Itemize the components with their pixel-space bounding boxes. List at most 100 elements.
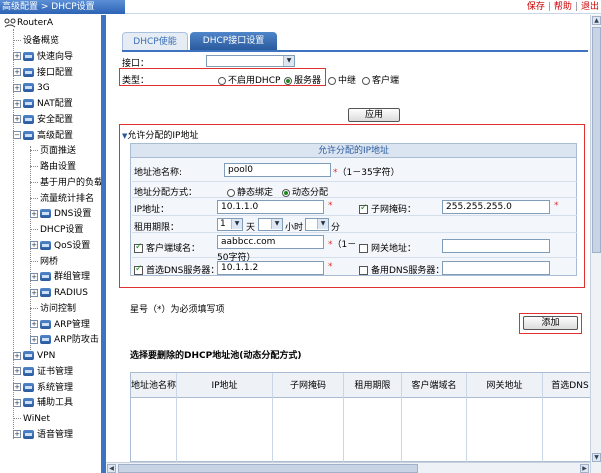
required-star: * xyxy=(328,201,333,211)
expand-toggle-icon[interactable]: + xyxy=(13,68,21,76)
tree-item[interactable]: + 系统管理 xyxy=(13,382,73,395)
expand-toggle-icon[interactable]: + xyxy=(30,335,38,344)
tab-dhcp-enable[interactable]: DHCP使能 xyxy=(122,32,188,50)
tree-item[interactable]: 路由设置 xyxy=(30,161,76,174)
alloc-mode-dynamic[interactable]: 动态分配 xyxy=(282,185,328,198)
scroll-thumb[interactable] xyxy=(592,27,601,253)
radio-icon xyxy=(362,76,370,85)
dns2-checkbox-row[interactable]: 备用DNS服务器： xyxy=(359,263,444,276)
help-link[interactable]: 帮助 xyxy=(554,0,572,14)
expand-toggle-icon[interactable]: + xyxy=(13,99,21,108)
expand-toggle-icon[interactable]: + xyxy=(13,115,21,124)
type-radio-relay[interactable]: 中继 xyxy=(328,73,356,86)
tree-item[interactable]: + 安全配置 xyxy=(13,114,73,127)
gateway-checkbox-row[interactable]: 网关地址： xyxy=(359,241,416,254)
expand-toggle-icon[interactable]: + xyxy=(30,241,38,250)
grid-col-dns[interactable]: 首选DNS xyxy=(543,373,590,398)
lease-hour-select[interactable]: ▼ xyxy=(258,218,283,231)
radio-icon xyxy=(227,188,235,197)
add-button[interactable]: 添加 xyxy=(523,316,578,330)
tree-item[interactable]: DHCP设置 xyxy=(30,224,83,237)
tree-item[interactable]: 网桥 xyxy=(30,256,58,269)
lease-label: 租用期限： xyxy=(134,223,180,233)
tree-item[interactable]: + RADIUS xyxy=(30,287,88,300)
expand-toggle-icon[interactable]: + xyxy=(13,398,21,407)
tree-item[interactable]: 设备概览 xyxy=(13,35,59,48)
folder-icon xyxy=(23,382,34,392)
expand-toggle-icon[interactable]: + xyxy=(30,320,38,328)
lease-minute-select[interactable]: ▼ xyxy=(305,218,329,231)
expand-toggle-icon[interactable]: + xyxy=(13,367,21,376)
mask-input[interactable]: 255.255.255.0 xyxy=(442,200,550,214)
dns1-input[interactable]: 10.1.1.2 xyxy=(217,261,324,275)
tab-dhcp-interface[interactable]: DHCP接口设置 xyxy=(190,32,277,50)
checkbox-icon xyxy=(359,244,368,253)
tree-item[interactable]: + 快速向导 xyxy=(13,51,73,64)
tree-item[interactable]: + ARP管理 xyxy=(30,319,90,332)
type-radio-client[interactable]: 客户端 xyxy=(362,73,399,86)
folder-icon xyxy=(23,351,34,360)
row-divider xyxy=(132,257,577,258)
lease-day-select[interactable]: 1 ▼ xyxy=(217,218,243,231)
vertical-scrollbar[interactable]: ▲ ▼ xyxy=(590,15,601,473)
scroll-up-icon[interactable]: ▲ xyxy=(592,16,601,25)
tree-item[interactable]: +3G xyxy=(13,82,50,95)
expand-toggle-icon[interactable]: + xyxy=(13,430,21,439)
grid-col-lease[interactable]: 租用期限 xyxy=(344,373,402,398)
expand-toggle-icon[interactable]: + xyxy=(13,383,21,391)
domain-input[interactable]: aabbcc.com xyxy=(217,235,324,249)
tree-item[interactable]: + ARP防攻击 xyxy=(30,334,99,347)
grid-col-mask[interactable]: 子网掩码 xyxy=(273,373,344,398)
tree-root[interactable]: RouterA xyxy=(4,17,53,30)
logout-link[interactable]: 退出 xyxy=(581,0,599,14)
alloc-mode-static[interactable]: 静态绑定 xyxy=(227,185,273,198)
pool-name-input[interactable]: pool0 xyxy=(224,163,331,177)
tree-item[interactable]: 访问控制 xyxy=(30,303,76,316)
grid-col-gateway[interactable]: 网关地址 xyxy=(467,373,543,398)
interface-select[interactable]: ▼ xyxy=(206,55,295,67)
mask-checkbox-row[interactable]: 子网掩码： xyxy=(359,202,416,215)
expand-toggle-icon[interactable]: + xyxy=(13,351,21,360)
tree-item[interactable]: + QoS设置 xyxy=(30,240,90,253)
expand-toggle-icon[interactable]: + xyxy=(30,272,38,281)
tree-item[interactable]: − 高级配置 xyxy=(13,130,73,143)
ip-input[interactable]: 10.1.1.0 xyxy=(217,200,324,214)
gateway-input[interactable] xyxy=(442,239,550,253)
breadcrumb: 高级配置 > DHCP设置 xyxy=(0,0,125,14)
tree-item[interactable]: WiNet xyxy=(13,413,50,426)
tree-item[interactable]: 流量统计排名 xyxy=(30,193,94,206)
tree-item[interactable]: + 语音管理 xyxy=(13,429,73,442)
expand-toggle-icon[interactable]: − xyxy=(13,131,21,139)
tree-item[interactable]: 页面推送 xyxy=(30,145,76,158)
tree-item[interactable]: 基于用户的负载 xyxy=(30,177,103,190)
tree-item[interactable]: + 辅助工具 xyxy=(13,397,73,410)
dns1-checkbox-row[interactable]: 首选DNS服务器： xyxy=(134,263,219,276)
save-link[interactable]: 保存 xyxy=(527,0,545,14)
domain-checkbox-row[interactable]: 客户端域名： xyxy=(134,241,200,254)
horizontal-scrollbar[interactable]: ◀ ▶ xyxy=(106,462,590,473)
dns2-input[interactable] xyxy=(442,261,550,275)
grid-col-ip[interactable]: IP地址 xyxy=(177,373,273,398)
pool-section-toggle[interactable]: ▼允许分配的IP地址 xyxy=(122,128,198,141)
scroll-left-icon[interactable]: ◀ xyxy=(107,464,116,473)
tree-item[interactable]: + 群组管理 xyxy=(30,271,90,284)
scroll-down-icon[interactable]: ▼ xyxy=(592,453,601,462)
scroll-right-icon[interactable]: ▶ xyxy=(580,464,589,473)
scroll-thumb[interactable] xyxy=(118,464,418,473)
type-radio-server[interactable]: 服务器 xyxy=(284,73,321,86)
type-radio-disabled[interactable]: 不启用DHCP xyxy=(218,73,280,86)
expand-toggle-icon[interactable]: + xyxy=(13,83,21,92)
expand-toggle-icon[interactable]: + xyxy=(13,52,21,61)
tree-item[interactable]: + DNS设置 xyxy=(30,208,91,221)
expand-toggle-icon[interactable]: + xyxy=(30,209,38,218)
tree-item[interactable]: + VPN xyxy=(13,350,55,363)
tree-item[interactable]: + 证书管理 xyxy=(13,366,73,379)
apply-button[interactable]: 应用 xyxy=(348,108,400,122)
grid-col-pool-name[interactable]: 地址池名称 xyxy=(131,373,177,398)
domain-hint: *（1－ xyxy=(328,240,357,250)
lease-hour-unit: 小时 xyxy=(285,223,304,233)
grid-col-domain[interactable]: 客户端域名 xyxy=(402,373,467,398)
tree-item[interactable]: + 接口配置 xyxy=(13,67,73,80)
tree-item[interactable]: + NAT配置 xyxy=(13,98,73,111)
expand-toggle-icon[interactable]: + xyxy=(30,288,38,297)
